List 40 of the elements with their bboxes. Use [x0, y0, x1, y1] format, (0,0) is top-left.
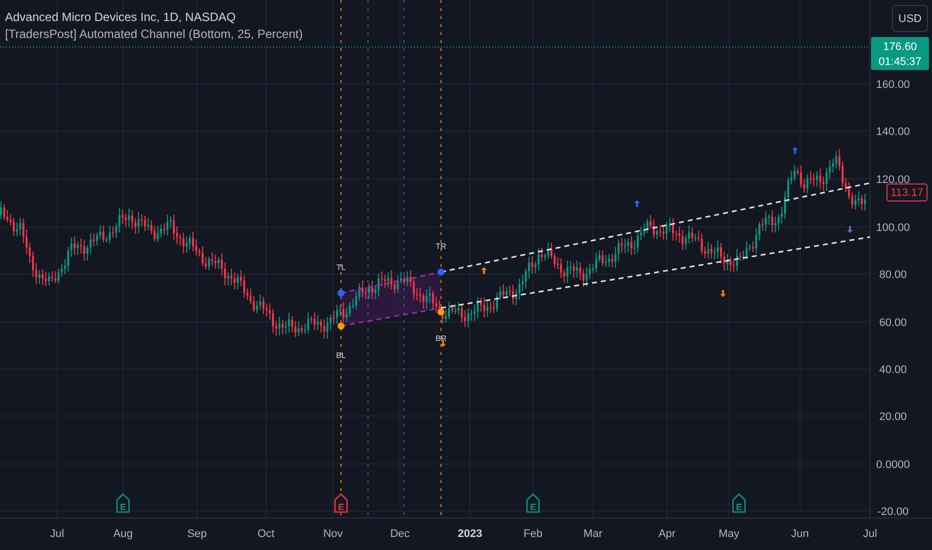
time-axis-label: Jul: [862, 528, 878, 540]
channel-point-label: BL: [336, 351, 346, 360]
symbol-title: Advanced Micro Devices Inc, 1D, NASDAQ: [5, 10, 237, 24]
currency-button[interactable]: USD: [892, 5, 928, 32]
pivot-dot: [438, 308, 444, 316]
earnings-marker[interactable]: E: [732, 493, 746, 513]
pivot-dot: [338, 322, 344, 330]
time-axis-label: Mar: [584, 528, 602, 540]
current-price-tag: 113.17: [886, 184, 928, 202]
time-axis-label: Nov: [323, 528, 343, 540]
price-axis-label: 80.00: [879, 269, 907, 281]
time-axis-label: Sep: [187, 528, 207, 540]
time-axis-label: Jul: [50, 528, 64, 540]
time-axis-label: 2023: [458, 528, 482, 540]
pivot-dot: [438, 268, 444, 276]
price-axis-label: 40.00: [879, 364, 907, 376]
price-axis-label: 60.00: [879, 317, 907, 329]
price-axis-label: -20.00: [877, 506, 909, 518]
time-axis-label: Apr: [658, 528, 676, 540]
price-axis-label: 120.00: [876, 174, 910, 186]
earnings-marker[interactable]: E: [526, 493, 540, 513]
time-axis-label: Feb: [524, 528, 542, 540]
price-axis-label: 0.0000: [876, 459, 910, 471]
channel-point-label: TL: [336, 263, 346, 272]
price-axis-label: 160.00: [876, 79, 910, 91]
time-axis-label: Aug: [113, 528, 133, 540]
channel-point-label: TR: [436, 242, 446, 251]
earnings-marker[interactable]: E: [116, 493, 130, 513]
price-axis-label: 140.00: [876, 126, 910, 138]
time-axis-label: Dec: [390, 528, 410, 540]
indicator-title: [TradersPost] Automated Channel (Bottom, 25, Percent): [5, 27, 303, 41]
last-price-tag: 176.60 01:45:37: [871, 37, 929, 70]
time-axis-label: May: [718, 528, 740, 540]
price-axis-label: 20.00: [879, 411, 907, 423]
pivot-dot: [338, 290, 344, 296]
time-axis-label: Oct: [257, 528, 275, 540]
channel-point-label: BR: [435, 334, 447, 343]
price-axis-label: 100.00: [876, 222, 910, 234]
earnings-marker[interactable]: E: [334, 493, 348, 513]
time-axis-label: Jun: [791, 528, 809, 540]
